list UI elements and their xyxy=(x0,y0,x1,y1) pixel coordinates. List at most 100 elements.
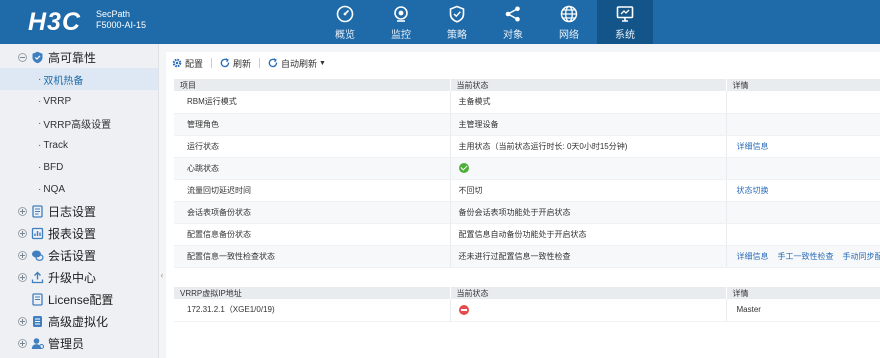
details-link[interactable]: 详细信息 xyxy=(737,252,769,261)
shield-icon xyxy=(446,3,468,25)
row-details: 状态切换 xyxy=(726,179,880,202)
column-header-item[interactable]: 项目 xyxy=(174,79,451,91)
sidebar-group-upgrade[interactable]: 升级中心 xyxy=(0,266,158,288)
nav-network[interactable]: 网络 xyxy=(541,0,597,44)
table-row: 心跳状态 xyxy=(174,157,880,180)
refresh-icon xyxy=(220,58,230,68)
refresh-button[interactable]: 刷新 xyxy=(220,57,251,70)
sidebar-group-ha-label: 高可靠性 xyxy=(48,50,97,65)
collapse-icon[interactable] xyxy=(18,52,27,62)
nav-object[interactable]: 对象 xyxy=(485,0,541,44)
upload-icon xyxy=(31,271,44,283)
column-header-details[interactable]: 详情 xyxy=(726,79,880,91)
row-detail: Master xyxy=(726,299,880,322)
table-header-row: VRRP虚拟IP地址 当前状态 详情 xyxy=(174,287,880,299)
row-vrrp-ip: 172.31.2.1（XGE1/0/19) xyxy=(174,299,451,322)
toolbar-divider xyxy=(259,58,261,68)
sidebar-item-label: VRRP高级设置 xyxy=(43,119,112,131)
sidebar-item-license-label: License配置 xyxy=(48,292,114,307)
expand-icon[interactable] xyxy=(18,272,27,282)
sidebar-item-label: Track xyxy=(43,139,68,151)
nav-system[interactable]: 系统 xyxy=(597,0,653,44)
sidebar-group-session-label: 会话设置 xyxy=(48,248,97,263)
row-item: RBM运行模式 xyxy=(174,91,451,114)
virtualization-icon xyxy=(33,315,42,327)
table-row: 流量回切延迟时间 不回切 状态切换 xyxy=(174,179,880,202)
sidebar-item-license[interactable]: License配置 xyxy=(0,288,158,310)
nav-system-label: 系统 xyxy=(615,30,635,41)
sidebar-group-admin[interactable]: 管理员 xyxy=(0,332,158,354)
chevron-left-icon[interactable]: ‹ xyxy=(159,270,165,280)
ha-status-table: 项目 当前状态 详情 RBM运行模式 主备模式 管理角色 主管理设备 运行状态 … xyxy=(174,79,880,268)
sidebar-collapse-bar[interactable]: ‹ xyxy=(158,44,166,358)
main-content: 配置 刷新 自动刷新 ▼ 项目 当前状态 详情 RBM运行模式 主备模式 管理角… xyxy=(166,44,880,358)
nav-monitor[interactable]: 监控 xyxy=(373,0,429,44)
table-row: 配置信息备份状态 配置信息自动备份功能处于开启状态 xyxy=(174,223,880,246)
sidebar-group-report[interactable]: 报表设置 xyxy=(0,222,158,244)
sidebar-group-virtualization-label: 高级虚拟化 xyxy=(48,314,109,329)
row-status: 主用状态（当前状态运行时长: 0天0小时15分钟) xyxy=(450,135,727,158)
sidebar-group-virtualization[interactable]: 高级虚拟化 xyxy=(0,310,158,332)
logo-text: H3C xyxy=(28,8,81,34)
sidebar-item-vrrp-advanced[interactable]: · VRRP高级设置 xyxy=(0,112,158,134)
sidebar-item-bfd[interactable]: · BFD xyxy=(0,156,158,178)
details-link[interactable]: 详细信息 xyxy=(737,142,769,151)
nav-policy[interactable]: 策略 xyxy=(429,0,485,44)
expand-icon[interactable] xyxy=(18,206,27,216)
row-status: 备份会话表项功能处于开启状态 xyxy=(450,201,727,224)
license-icon xyxy=(32,292,43,306)
toolbar-divider xyxy=(211,58,213,68)
manual-sync-config-link[interactable]: 手动同步配 xyxy=(843,252,880,261)
row-item: 心跳状态 xyxy=(174,157,451,180)
table-row: 配置信息一致性检查状态 还未进行过配置信息一致性检查 详细信息 手工一致性检查 手动… xyxy=(174,245,880,268)
bullet-dot: · xyxy=(38,95,42,107)
column-header-vrrp-ip[interactable]: VRRP虚拟IP地址 xyxy=(174,287,451,299)
product-name: SecPath F5000-AI-15 xyxy=(96,9,146,31)
bullet-dot: · xyxy=(38,73,42,85)
expand-icon[interactable] xyxy=(18,316,27,326)
sidebar-item-track[interactable]: · Track xyxy=(0,134,158,156)
row-status: 还未进行过配置信息一致性检查 xyxy=(450,245,727,268)
bullet-dot: · xyxy=(38,161,42,173)
sidebar-item-vrrp[interactable]: · VRRP xyxy=(0,90,158,112)
sidebar-item-nqa[interactable]: · NQA xyxy=(0,178,158,200)
column-header-details[interactable]: 详情 xyxy=(726,287,880,299)
config-button[interactable]: 配置 xyxy=(172,57,203,70)
table-row: 会话表项备份状态 备份会话表项功能处于开启状态 xyxy=(174,201,880,224)
row-details: 详细信息 手工一致性检查 手动同步配 xyxy=(726,245,880,268)
error-status-icon xyxy=(458,304,469,315)
row-item: 运行状态 xyxy=(174,135,451,158)
ok-check-icon xyxy=(458,163,469,173)
nav-object-label: 对象 xyxy=(503,30,523,41)
sidebar-item-label: 双机热备 xyxy=(43,75,84,87)
sidebar-group-log[interactable]: 日志设置 xyxy=(0,200,158,222)
refresh-icon xyxy=(268,58,278,68)
sidebar-item-label: BFD xyxy=(43,161,64,173)
sidebar-item-ha-hotstandby[interactable]: · 双机热备 xyxy=(0,68,158,90)
manual-consistency-check-link[interactable]: 手工一致性检查 xyxy=(778,252,834,261)
sidebar: 高可靠性 · 双机热备 · VRRP · VRRP高级设置 · Track · … xyxy=(0,44,158,358)
table-row: 运行状态 主用状态（当前状态运行时长: 0天0小时15分钟) 详细信息 xyxy=(174,135,880,158)
row-details xyxy=(726,223,880,246)
expand-icon[interactable] xyxy=(18,250,27,260)
column-header-status[interactable]: 当前状态 xyxy=(450,287,727,299)
column-header-status[interactable]: 当前状态 xyxy=(450,79,727,91)
expand-icon[interactable] xyxy=(18,228,27,238)
monitor-icon xyxy=(614,3,636,25)
table-row: 管理角色 主管理设备 xyxy=(174,113,880,136)
sidebar-group-session[interactable]: 会话设置 xyxy=(0,244,158,266)
sidebar-item-label: VRRP xyxy=(43,95,72,107)
row-details xyxy=(726,201,880,224)
switch-state-link[interactable]: 状态切换 xyxy=(737,186,769,195)
row-details xyxy=(726,157,880,180)
expand-icon[interactable] xyxy=(18,338,27,348)
row-item: 配置信息备份状态 xyxy=(174,223,451,246)
nav-overview[interactable]: 概览 xyxy=(317,0,373,44)
sidebar-group-ha[interactable]: 高可靠性 xyxy=(0,46,158,68)
content-top-strip xyxy=(166,44,880,52)
refresh-button-label: 刷新 xyxy=(233,58,252,69)
sidebar-group-upgrade-label: 升级中心 xyxy=(48,270,97,285)
auto-refresh-dropdown[interactable]: 自动刷新 ▼ xyxy=(268,57,326,70)
row-details: 详细信息 xyxy=(726,135,880,158)
log-icon xyxy=(32,204,43,218)
